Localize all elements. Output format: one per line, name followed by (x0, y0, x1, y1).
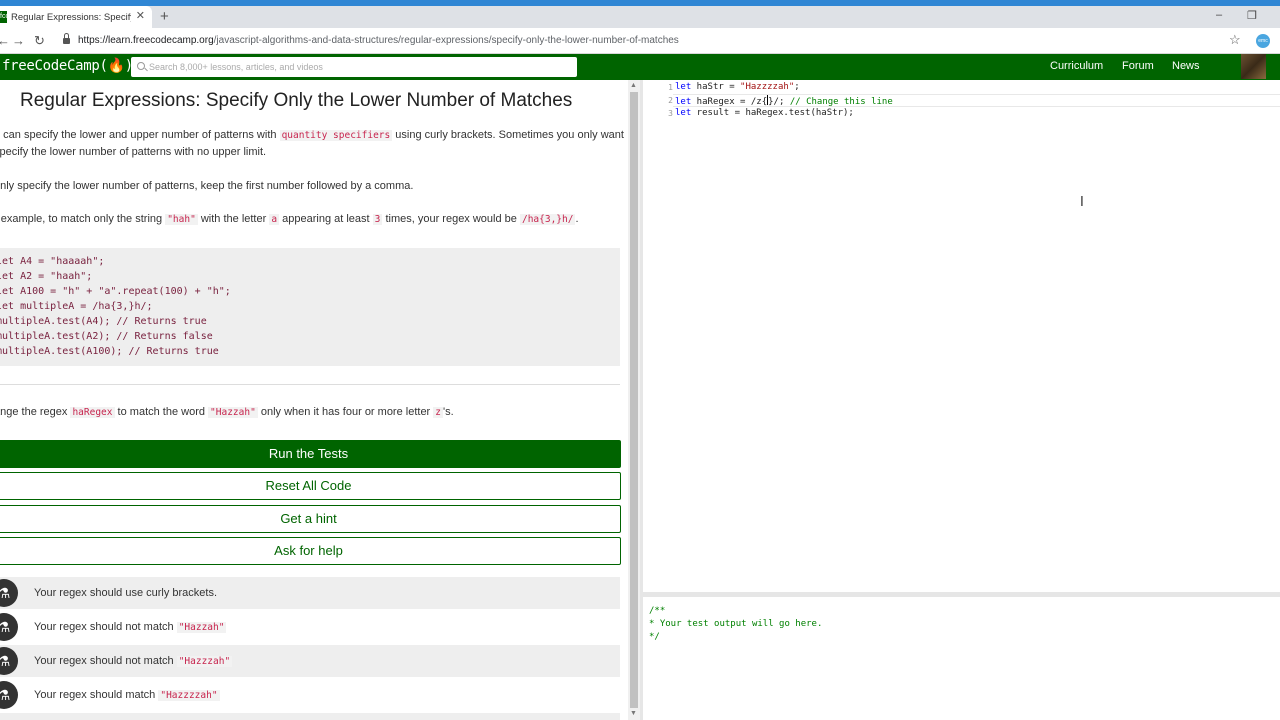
editor-line-1[interactable]: let haStr = "Hazzzzah"; (675, 82, 800, 92)
code-line: let A4 = "haaaah"; (0, 256, 105, 267)
close-tab-icon[interactable]: ✕ (136, 9, 145, 22)
code-line: let multipleA = /ha{3,}h/; (0, 301, 153, 312)
scroll-up-icon[interactable]: ▲ (630, 82, 637, 89)
url-host: https://learn.freecodecamp.org (78, 35, 214, 46)
reload-icon[interactable]: ↻ (34, 33, 45, 49)
tab-title: Regular Expressions: Specify Only (11, 11, 131, 23)
fcc-favicon-icon: fcc (0, 11, 9, 23)
editor-line-3[interactable]: let result = haRegex.test(haStr); (675, 108, 854, 118)
fcc-logo[interactable]: freeCodeCamp(🔥) (2, 58, 133, 74)
lesson-paragraph-3: r example, to match only the string "hah… (0, 213, 579, 225)
test-output-pane: /** * Your test output will go here. */ (643, 597, 1280, 720)
nav-link-news[interactable]: News (1172, 60, 1200, 72)
line-number: 1 (668, 83, 673, 92)
address-bar: ← → ↻ https://learn.freecodecamp.org/jav… (0, 28, 1280, 54)
test-item: ⚗ Your regex should not match "Hazzzah" (0, 645, 620, 677)
url-field[interactable]: https://learn.freecodecamp.org/javascrip… (78, 35, 679, 46)
new-tab-button[interactable]: + (160, 8, 169, 25)
code-line: multipleA.test(A4); // Returns true (0, 316, 207, 327)
output-line: /** (649, 606, 666, 616)
search-box (131, 57, 577, 77)
search-input[interactable] (149, 57, 569, 77)
beaker-icon: ⚗ (0, 579, 18, 607)
output-line: * Your test output will go here. (649, 619, 823, 629)
section-divider (0, 384, 620, 385)
extension-icon[interactable]: emc (1256, 34, 1270, 48)
nav-link-forum[interactable]: Forum (1122, 60, 1154, 72)
mouse-ibeam-cursor: I (1080, 195, 1084, 210)
lesson-pane: Regular Expressions: Specify Only the Lo… (0, 80, 628, 720)
lesson-title: Regular Expressions: Specify Only the Lo… (20, 90, 573, 111)
search-icon (137, 62, 145, 70)
scroll-down-icon[interactable]: ▼ (630, 710, 637, 717)
test-text: Your regex should not match (34, 621, 177, 633)
browser-tab[interactable]: fcc Regular Expressions: Specify Only ✕ (0, 6, 152, 28)
line-number: 2 (668, 96, 673, 105)
code-line: let A2 = "haah"; (0, 271, 93, 282)
lesson-paragraph-2: only specify the lower number of pattern… (0, 180, 414, 192)
lesson-scrollbar[interactable]: ▲ ▼ (628, 80, 640, 720)
user-avatar[interactable] (1241, 54, 1266, 79)
code-line: let A100 = "h" + "a".repeat(100) + "h"; (0, 286, 231, 297)
code-line: multipleA.test(A2); // Returns false (0, 331, 213, 342)
code-line: multipleA.test(A100); // Returns true (0, 346, 219, 357)
minimize-icon[interactable]: – (1216, 9, 1222, 21)
bookmark-star-icon[interactable]: ☆ (1229, 32, 1241, 48)
line-number: 3 (668, 109, 673, 118)
restore-icon[interactable]: ❐ (1247, 9, 1257, 22)
test-text: Your regex should use curly brackets. (34, 587, 218, 599)
inline-code: quantity specifiers (279, 130, 393, 141)
test-text: Your regex should match (34, 689, 159, 701)
reset-code-button[interactable]: Reset All Code (0, 472, 621, 500)
beaker-icon: ⚗ (0, 613, 18, 641)
test-text: Your regex should not match (34, 655, 177, 667)
test-item: ⚗ Your regex should use curly brackets. (0, 577, 620, 609)
test-item: ⚗ Your regex should not match "Hazzah" (0, 611, 620, 643)
lesson-paragraph-1: u can specify the lower and upper number… (0, 129, 624, 158)
run-tests-button[interactable]: Run the Tests (0, 440, 621, 468)
test-item (0, 713, 620, 720)
url-path: /javascript-algorithms-and-data-structur… (213, 35, 679, 46)
beaker-icon: ⚗ (0, 647, 18, 675)
example-code-block: let A4 = "haaaah"; let A2 = "haah"; let … (0, 248, 620, 366)
editor-line-2[interactable]: let haRegex = /z{}/; // Change this line (675, 95, 893, 107)
code-editor[interactable]: 1 2 3 let haStr = "Hazzzzah"; let haRege… (643, 80, 1280, 592)
output-line: */ (649, 632, 660, 642)
lock-icon[interactable] (63, 33, 70, 44)
task-instructions: ange the regex haRegex to match the word… (0, 406, 454, 418)
tab-bar: fcc Regular Expressions: Specify Only ✕ … (0, 6, 1280, 28)
test-item: ⚗ Your regex should match "Hazzzzah" (0, 679, 620, 711)
fcc-navbar: freeCodeCamp(🔥) Curriculum Forum News (0, 54, 1280, 80)
back-icon[interactable]: ← (0, 33, 10, 48)
get-hint-button[interactable]: Get a hint (0, 505, 621, 533)
scrollbar-thumb[interactable] (630, 92, 638, 708)
ask-help-button[interactable]: Ask for help (0, 537, 621, 565)
beaker-icon: ⚗ (0, 681, 18, 709)
forward-icon[interactable]: → (12, 33, 25, 48)
nav-link-curriculum[interactable]: Curriculum (1050, 60, 1103, 72)
